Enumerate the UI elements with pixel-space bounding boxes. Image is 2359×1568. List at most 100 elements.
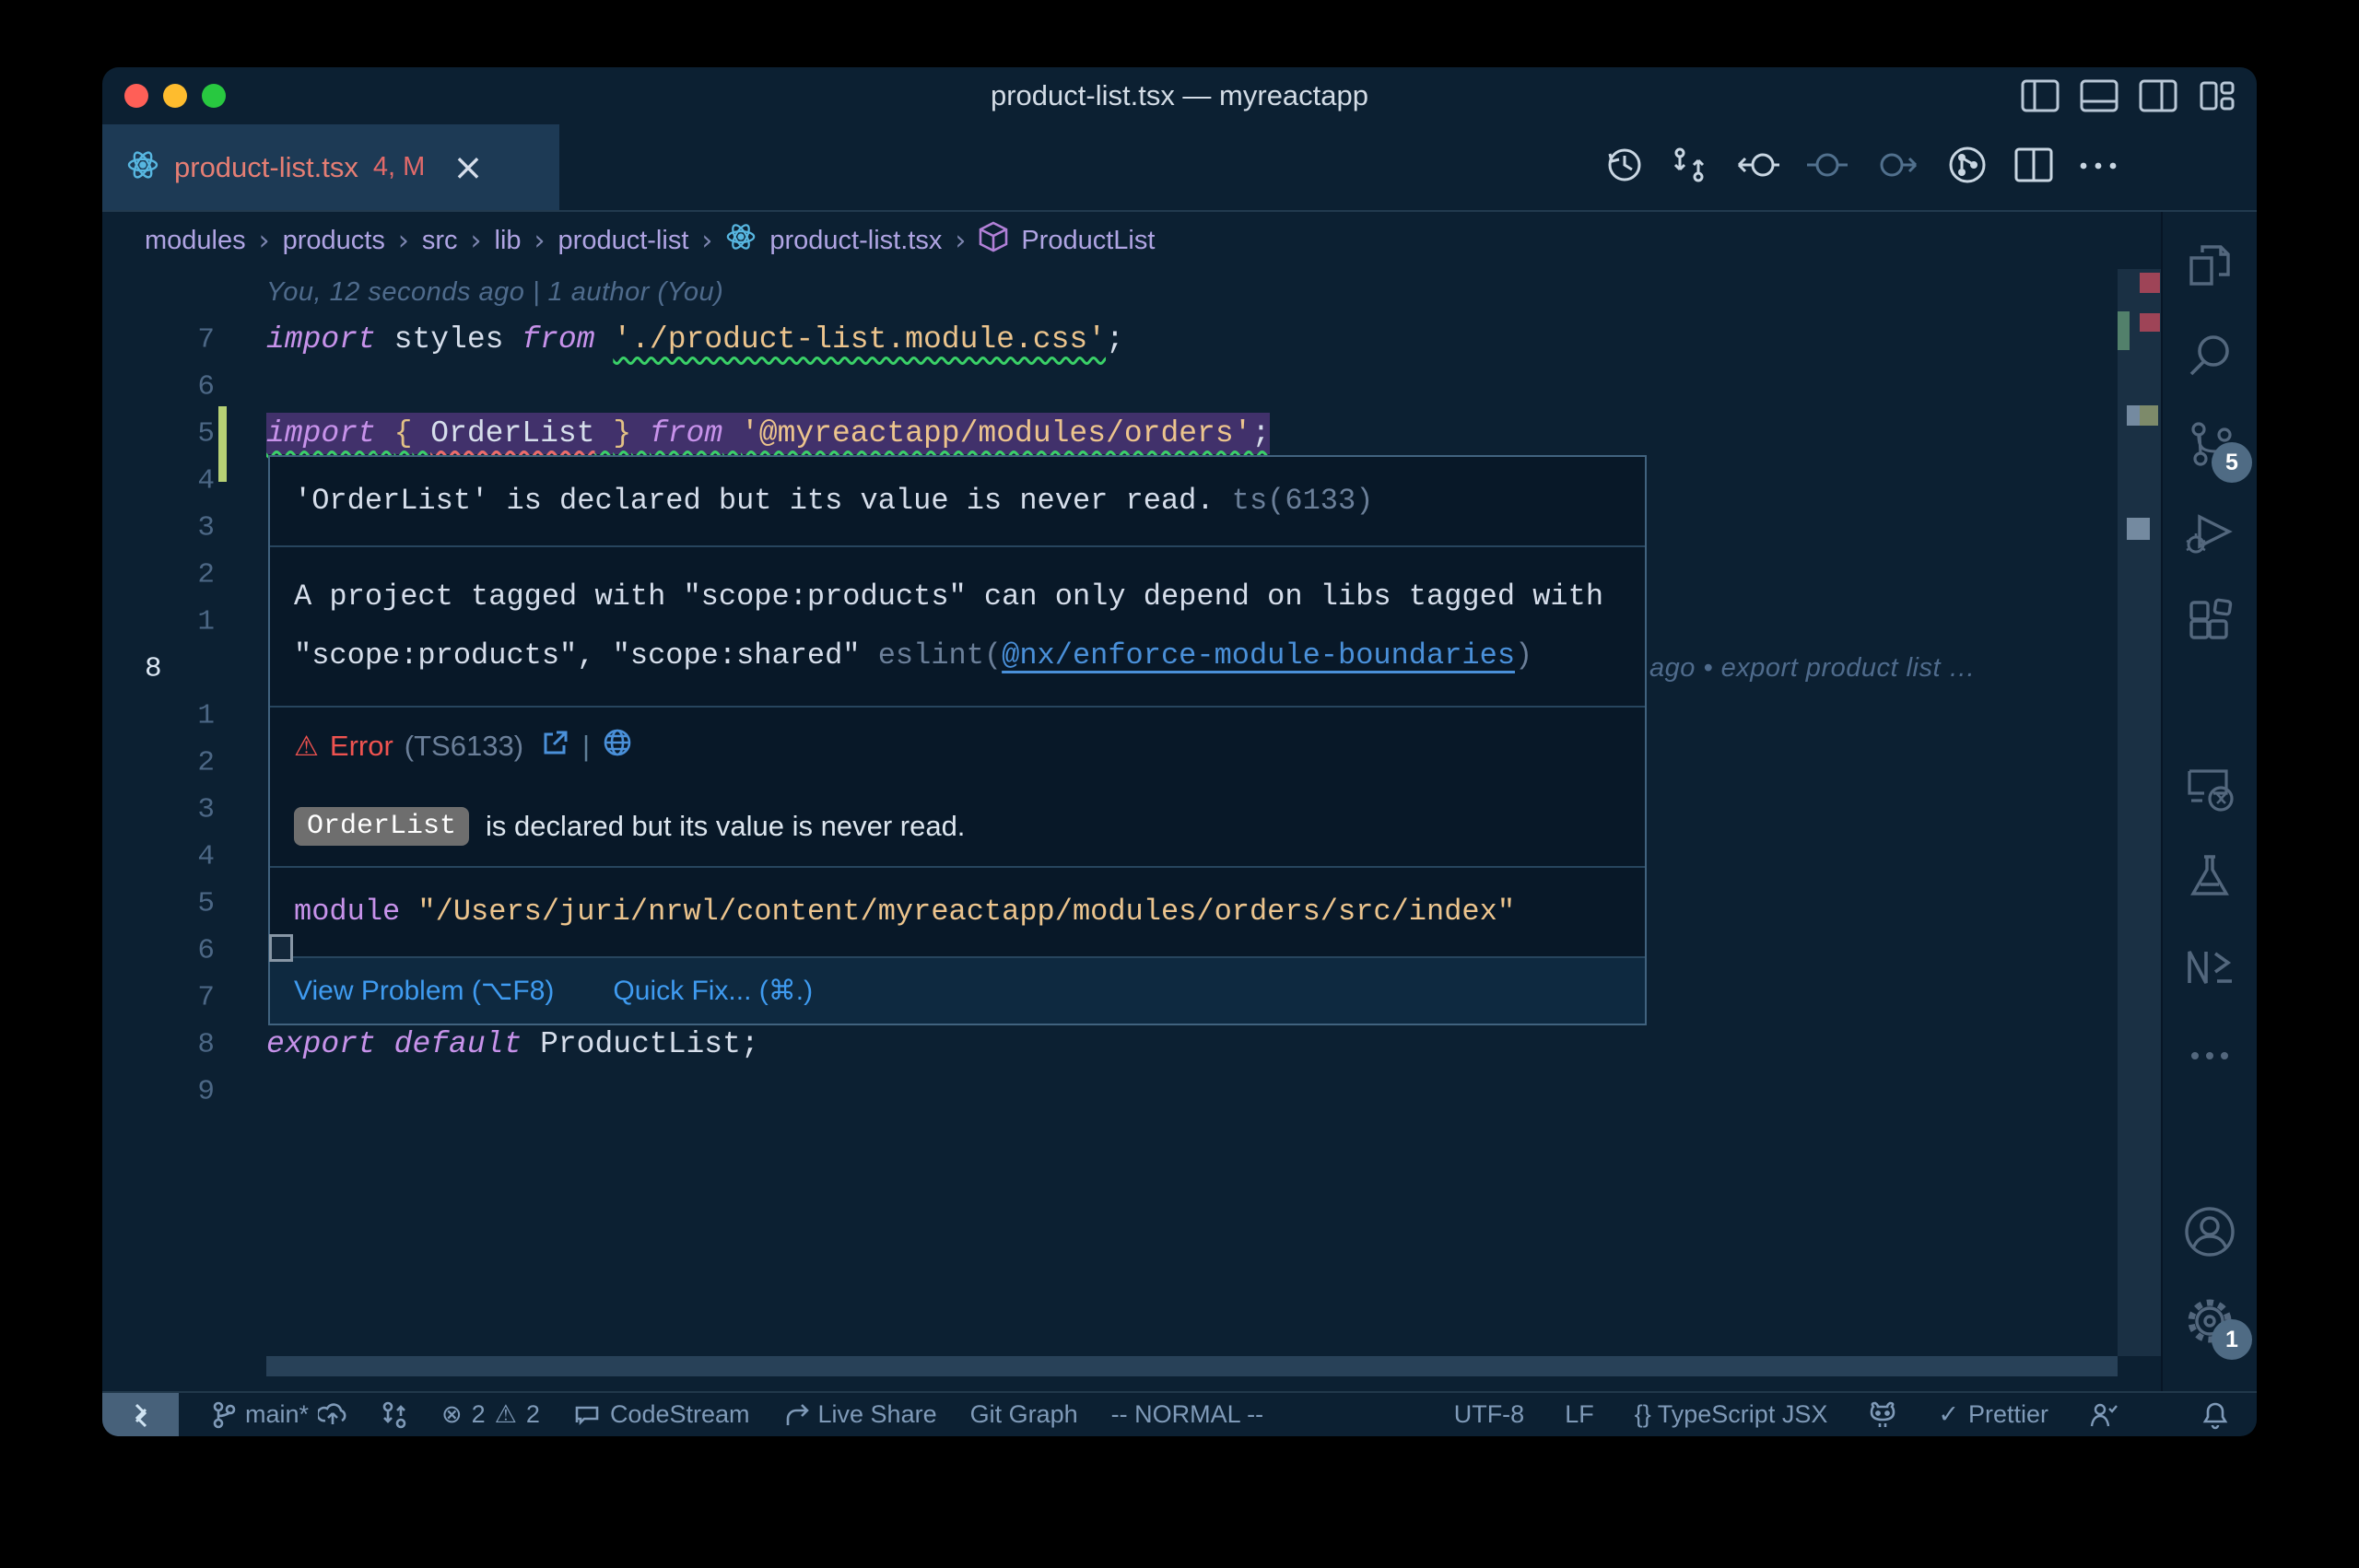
minimize-window-button[interactable] — [163, 84, 187, 108]
additional-views-icon[interactable] — [2180, 1026, 2239, 1085]
live-share-status[interactable]: Live Share — [783, 1400, 937, 1429]
gitlens-compare-status[interactable] — [381, 1401, 408, 1429]
vertical-scrollbar[interactable] — [2118, 269, 2161, 1356]
git-graph-run-icon[interactable] — [1945, 143, 1989, 192]
open-external-icon[interactable] — [542, 729, 569, 764]
eslint-rule-link[interactable]: @nx/enforce-module-boundaries — [1002, 638, 1515, 673]
hover-actions: View Problem (⌥F8) Quick Fix... (⌘.) — [270, 958, 1645, 1024]
next-change-icon[interactable] — [1873, 145, 1921, 190]
editor-pane[interactable]: You, 12 seconds ago | 1 author (You) 7 imp… — [102, 269, 2161, 1391]
gutter: 5 — [102, 880, 266, 927]
breadcrumb-item-modules[interactable]: modules — [145, 226, 246, 256]
vim-mode-status: -- NORMAL -- — [1111, 1400, 1263, 1429]
testing-flask-icon[interactable] — [2180, 848, 2239, 907]
line-number: 8 — [197, 1028, 215, 1060]
activity-bar: 5 — [2161, 212, 2257, 1391]
problems-status[interactable]: ⊗ 2 ⚠ 2 — [441, 1400, 540, 1429]
timeline-history-icon[interactable] — [1604, 145, 1645, 190]
toggle-secondary-sidebar-icon[interactable] — [2139, 79, 2177, 112]
prettier-status[interactable]: ✓ Prettier — [1938, 1400, 2048, 1429]
gutter: 2 — [102, 551, 266, 598]
line-number: 6 — [197, 370, 215, 403]
code-line[interactable]: 6 — [102, 363, 2161, 410]
explorer-icon[interactable] — [2180, 236, 2239, 295]
symbol-badge: OrderList — [294, 807, 469, 846]
remote-indicator[interactable] — [102, 1393, 179, 1436]
close-window-button[interactable] — [124, 84, 148, 108]
tab-bar: product-list.tsx 4, M × — [102, 124, 2257, 212]
code-text: export default ProductList; — [266, 1027, 759, 1061]
previous-change-icon[interactable] — [1805, 145, 1849, 190]
git-branch-status[interactable]: main* — [212, 1400, 347, 1429]
notifications-bell-icon[interactable] — [2201, 1393, 2229, 1436]
breadcrumb-separator: › — [701, 225, 712, 257]
quick-fix-button[interactable]: Quick Fix... (⌘.) — [613, 975, 813, 1007]
line-number: 7 — [197, 981, 215, 1013]
blame-annotation: You, 12 seconds ago | 1 author (You) — [266, 277, 723, 308]
breadcrumb-separator: › — [259, 225, 270, 257]
gutter: 4 — [102, 457, 266, 504]
account-icon[interactable] — [2180, 1202, 2239, 1261]
eol-status[interactable]: LF — [1565, 1400, 1594, 1429]
gutter: 1 — [102, 598, 266, 645]
open-changes-prev-icon[interactable] — [1733, 145, 1781, 190]
gutter: 3 — [102, 504, 266, 551]
customize-layout-icon[interactable] — [2198, 79, 2236, 112]
remote-explorer-icon[interactable] — [2180, 758, 2239, 817]
globe-icon[interactable] — [603, 728, 632, 765]
source-control-icon[interactable]: 5 — [2180, 415, 2239, 474]
editor-actions — [1604, 124, 2257, 210]
git-graph-status[interactable]: Git Graph — [970, 1400, 1078, 1429]
breadcrumb-separator: › — [398, 225, 409, 257]
breadcrumb-item-lib[interactable]: lib — [495, 226, 522, 256]
nx-console-icon[interactable] — [2180, 937, 2239, 996]
toggle-primary-sidebar-icon[interactable] — [2021, 79, 2060, 112]
encoding-status[interactable]: UTF-8 — [1454, 1400, 1525, 1429]
gutter: 1 — [102, 692, 266, 739]
code-line[interactable]: 7 import styles from './product-list.modu… — [102, 316, 2161, 363]
horizontal-scrollbar[interactable] — [266, 1356, 2118, 1376]
code-text: import { OrderList } from '@myreactapp/m… — [266, 413, 1270, 454]
current-line-blame: ago • export product list … — [1649, 653, 1976, 684]
traffic-lights — [124, 67, 226, 124]
codestream-status[interactable]: CodeStream — [573, 1400, 750, 1429]
code-line[interactable]: 9 — [102, 1068, 2161, 1115]
gutter: 8 — [102, 1021, 266, 1068]
line-number: 2 — [197, 746, 215, 778]
gutter: 9 — [102, 1068, 266, 1115]
split-editor-icon[interactable] — [2013, 146, 2054, 188]
github-status[interactable] — [1868, 1401, 1897, 1429]
breadcrumb-separator: › — [471, 225, 482, 257]
line-number: 7 — [197, 323, 215, 356]
code-line[interactable]: 8 export default ProductList; — [102, 1021, 2161, 1068]
symbol-cube-icon — [979, 221, 1008, 260]
search-icon[interactable] — [2180, 325, 2239, 384]
view-problem-button[interactable]: View Problem (⌥F8) — [294, 975, 554, 1007]
overview-selection-mark — [2127, 405, 2140, 426]
code-text: import styles from './product-list.modul… — [266, 322, 1124, 357]
settings-gear-icon[interactable]: 1 — [2180, 1292, 2239, 1351]
scm-badge: 5 — [2212, 442, 2252, 483]
breadcrumb-file[interactable]: product-list.tsx — [769, 226, 942, 256]
git-compare-icon[interactable] — [1669, 145, 1709, 190]
more-actions-icon[interactable] — [2078, 159, 2118, 176]
breadcrumb-item-product-list[interactable]: product-list — [558, 226, 689, 256]
breadcrumb-symbol[interactable]: ProductList — [1021, 226, 1155, 256]
code-line[interactable]: You, 12 seconds ago | 1 author (You) — [102, 269, 2161, 316]
title-bar: product-list.tsx — myreactapp — [102, 67, 2257, 124]
tab-close-icon[interactable]: × — [452, 149, 484, 186]
toggle-panel-icon[interactable] — [2080, 79, 2118, 112]
line-number: 5 — [197, 417, 215, 450]
run-debug-icon[interactable] — [2180, 504, 2239, 563]
code-line[interactable]: 5 import { OrderList } from '@myreactapp/… — [102, 410, 2161, 457]
vscode-window: product-list.tsx — myreactapp product-li… — [102, 67, 2257, 1436]
breadcrumb-item-products[interactable]: products — [283, 226, 385, 256]
tab-product-list[interactable]: product-list.tsx 4, M × — [102, 124, 559, 210]
breadcrumb-item-src[interactable]: src — [422, 226, 458, 256]
tab-problems-modified-badge: 4, M — [373, 152, 425, 182]
feedback-status[interactable] — [2089, 1401, 2118, 1429]
zoom-window-button[interactable] — [202, 84, 226, 108]
language-mode-status[interactable]: {} TypeScript JSX — [1635, 1400, 1828, 1429]
extensions-icon[interactable] — [2180, 593, 2239, 652]
line-number: 1 — [197, 605, 215, 638]
